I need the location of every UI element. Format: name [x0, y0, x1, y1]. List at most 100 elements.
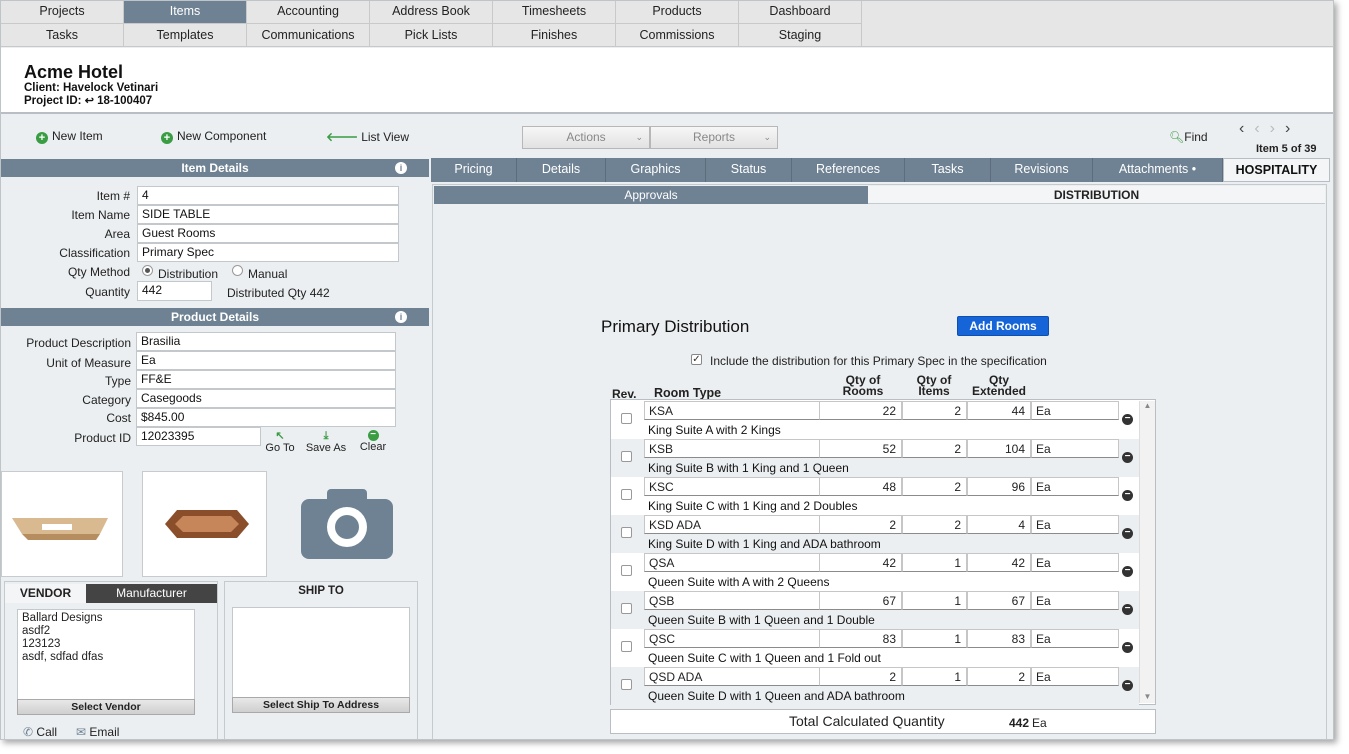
manual-radio[interactable] [232, 265, 243, 276]
room-code[interactable]: KSA [644, 401, 820, 420]
quantity-field[interactable]: 442 [137, 281, 212, 301]
qty-items-cell[interactable]: 1 [902, 667, 967, 686]
product-image-2[interactable] [142, 471, 267, 577]
rev-checkbox[interactable] [621, 451, 632, 462]
nav-dashboard[interactable]: Dashboard [739, 1, 862, 23]
nav-finishes[interactable]: Finishes [493, 23, 616, 47]
info-icon[interactable]: i [395, 162, 407, 174]
type-field[interactable]: FF&E [136, 370, 396, 389]
qty-items-cell[interactable]: 1 [902, 629, 967, 648]
first-record-icon[interactable]: ‹ [1239, 120, 1254, 137]
remove-row-icon[interactable]: − [1122, 680, 1133, 691]
last-record-icon[interactable]: › [1285, 120, 1300, 137]
scroll-down-icon[interactable]: ▼ [1140, 692, 1155, 701]
reports-dropdown[interactable]: Reports ⌄ [650, 126, 778, 149]
save-as-button[interactable]: ⤓ Save As [303, 430, 349, 454]
actions-dropdown[interactable]: Actions ⌄ [522, 126, 650, 149]
tab-graphics[interactable]: Graphics [606, 158, 706, 182]
nav-accounting[interactable]: Accounting [247, 1, 370, 23]
qty-items-cell[interactable]: 2 [902, 515, 967, 534]
tab-revisions[interactable]: Revisions [991, 158, 1093, 182]
scroll-up-icon[interactable]: ▲ [1140, 401, 1155, 410]
remove-row-icon[interactable]: − [1122, 452, 1133, 463]
rev-checkbox[interactable] [621, 489, 632, 500]
prev-record-icon[interactable]: ‹ [1254, 120, 1269, 137]
vendor-tab[interactable]: VENDOR [5, 584, 86, 603]
tab-hospitality[interactable]: HOSPITALITY [1223, 158, 1330, 182]
tab-details[interactable]: Details [517, 158, 606, 182]
nav-products[interactable]: Products [616, 1, 739, 23]
room-code[interactable]: QSB [644, 591, 820, 610]
room-code[interactable]: KSD ADA [644, 515, 820, 534]
nav-commissions[interactable]: Commissions [616, 23, 739, 47]
nav-address-book[interactable]: Address Book [370, 1, 493, 23]
tab-references[interactable]: References [792, 158, 905, 182]
category-field[interactable]: Casegoods [136, 389, 396, 408]
room-code[interactable]: QSD ADA [644, 667, 820, 686]
tab-pricing[interactable]: Pricing [431, 158, 517, 182]
qty-rooms-cell[interactable]: 67 [819, 591, 902, 610]
info-icon[interactable]: i [395, 311, 407, 323]
qty-items-cell[interactable]: 2 [902, 439, 967, 458]
qty-items-cell[interactable]: 2 [902, 477, 967, 496]
nav-communications[interactable]: Communications [247, 23, 370, 47]
new-component-button[interactable]: + New Component [161, 129, 266, 144]
manufacturer-tab[interactable]: Manufacturer [86, 584, 217, 603]
camera-icon[interactable] [301, 489, 393, 562]
qty-rooms-cell[interactable]: 52 [819, 439, 902, 458]
next-record-icon[interactable]: › [1270, 120, 1285, 137]
qty-rooms-cell[interactable]: 2 [819, 667, 902, 686]
add-rooms-button[interactable]: Add Rooms [957, 316, 1049, 336]
include-checkbox[interactable]: ✓ [691, 354, 702, 365]
clear-button[interactable]: − Clear [356, 430, 390, 454]
rev-checkbox[interactable] [621, 679, 632, 690]
rev-checkbox[interactable] [621, 603, 632, 614]
return-arrow-icon[interactable]: ↩ [85, 95, 94, 107]
subtab-distribution[interactable]: DISTRIBUTION [868, 186, 1325, 204]
rev-checkbox[interactable] [621, 641, 632, 652]
item-name-field[interactable]: SIDE TABLE [137, 205, 399, 224]
area-field[interactable]: Guest Rooms [137, 224, 399, 243]
rev-checkbox[interactable] [621, 565, 632, 576]
classification-field[interactable]: Primary Spec [137, 243, 399, 262]
cost-field[interactable]: $845.00 [136, 408, 396, 427]
remove-row-icon[interactable]: − [1122, 528, 1133, 539]
tab-tasks[interactable]: Tasks [905, 158, 991, 182]
room-code[interactable]: KSC [644, 477, 820, 496]
qty-rooms-cell[interactable]: 48 [819, 477, 902, 496]
remove-row-icon[interactable]: − [1122, 490, 1133, 501]
nav-timesheets[interactable]: Timesheets [493, 1, 616, 23]
nav-tasks[interactable]: Tasks [1, 23, 124, 47]
nav-staging[interactable]: Staging [739, 23, 862, 47]
rev-checkbox[interactable] [621, 413, 632, 424]
remove-row-icon[interactable]: − [1122, 642, 1133, 653]
product-description-field[interactable]: Brasilia [136, 332, 396, 351]
product-image-1[interactable] [1, 471, 123, 577]
grid-scrollbar[interactable]: ▲ ▼ [1139, 401, 1155, 703]
call-button[interactable]: ✆ Call [23, 725, 57, 739]
remove-row-icon[interactable]: − [1122, 414, 1133, 425]
room-code[interactable]: QSA [644, 553, 820, 572]
nav-items[interactable]: Items [124, 1, 247, 23]
select-ship-to-button[interactable]: Select Ship To Address [232, 697, 410, 713]
room-code[interactable]: QSC [644, 629, 820, 648]
find-button[interactable]: 🔍︎Find [1169, 130, 1208, 144]
go-to-button[interactable]: ↖ Go To [264, 430, 296, 454]
email-button[interactable]: ✉ Email [76, 725, 119, 739]
remove-row-icon[interactable]: − [1122, 604, 1133, 615]
qty-rooms-cell[interactable]: 2 [819, 515, 902, 534]
qty-items-cell[interactable]: 1 [902, 591, 967, 610]
list-view-button[interactable]: 🡐 List View [326, 129, 409, 144]
qty-rooms-cell[interactable]: 42 [819, 553, 902, 572]
qty-items-cell[interactable]: 1 [902, 553, 967, 572]
item-no-field[interactable]: 4 [137, 186, 399, 205]
remove-row-icon[interactable]: − [1122, 566, 1133, 577]
nav-projects[interactable]: Projects [1, 1, 124, 23]
qty-rooms-cell[interactable]: 83 [819, 629, 902, 648]
tab-attachments[interactable]: Attachments • [1093, 158, 1223, 182]
select-vendor-button[interactable]: Select Vendor [17, 699, 195, 715]
subtab-approvals[interactable]: Approvals [434, 186, 868, 204]
nav-templates[interactable]: Templates [124, 23, 247, 47]
distribution-radio[interactable] [142, 265, 153, 276]
qty-items-cell[interactable]: 2 [902, 401, 967, 420]
